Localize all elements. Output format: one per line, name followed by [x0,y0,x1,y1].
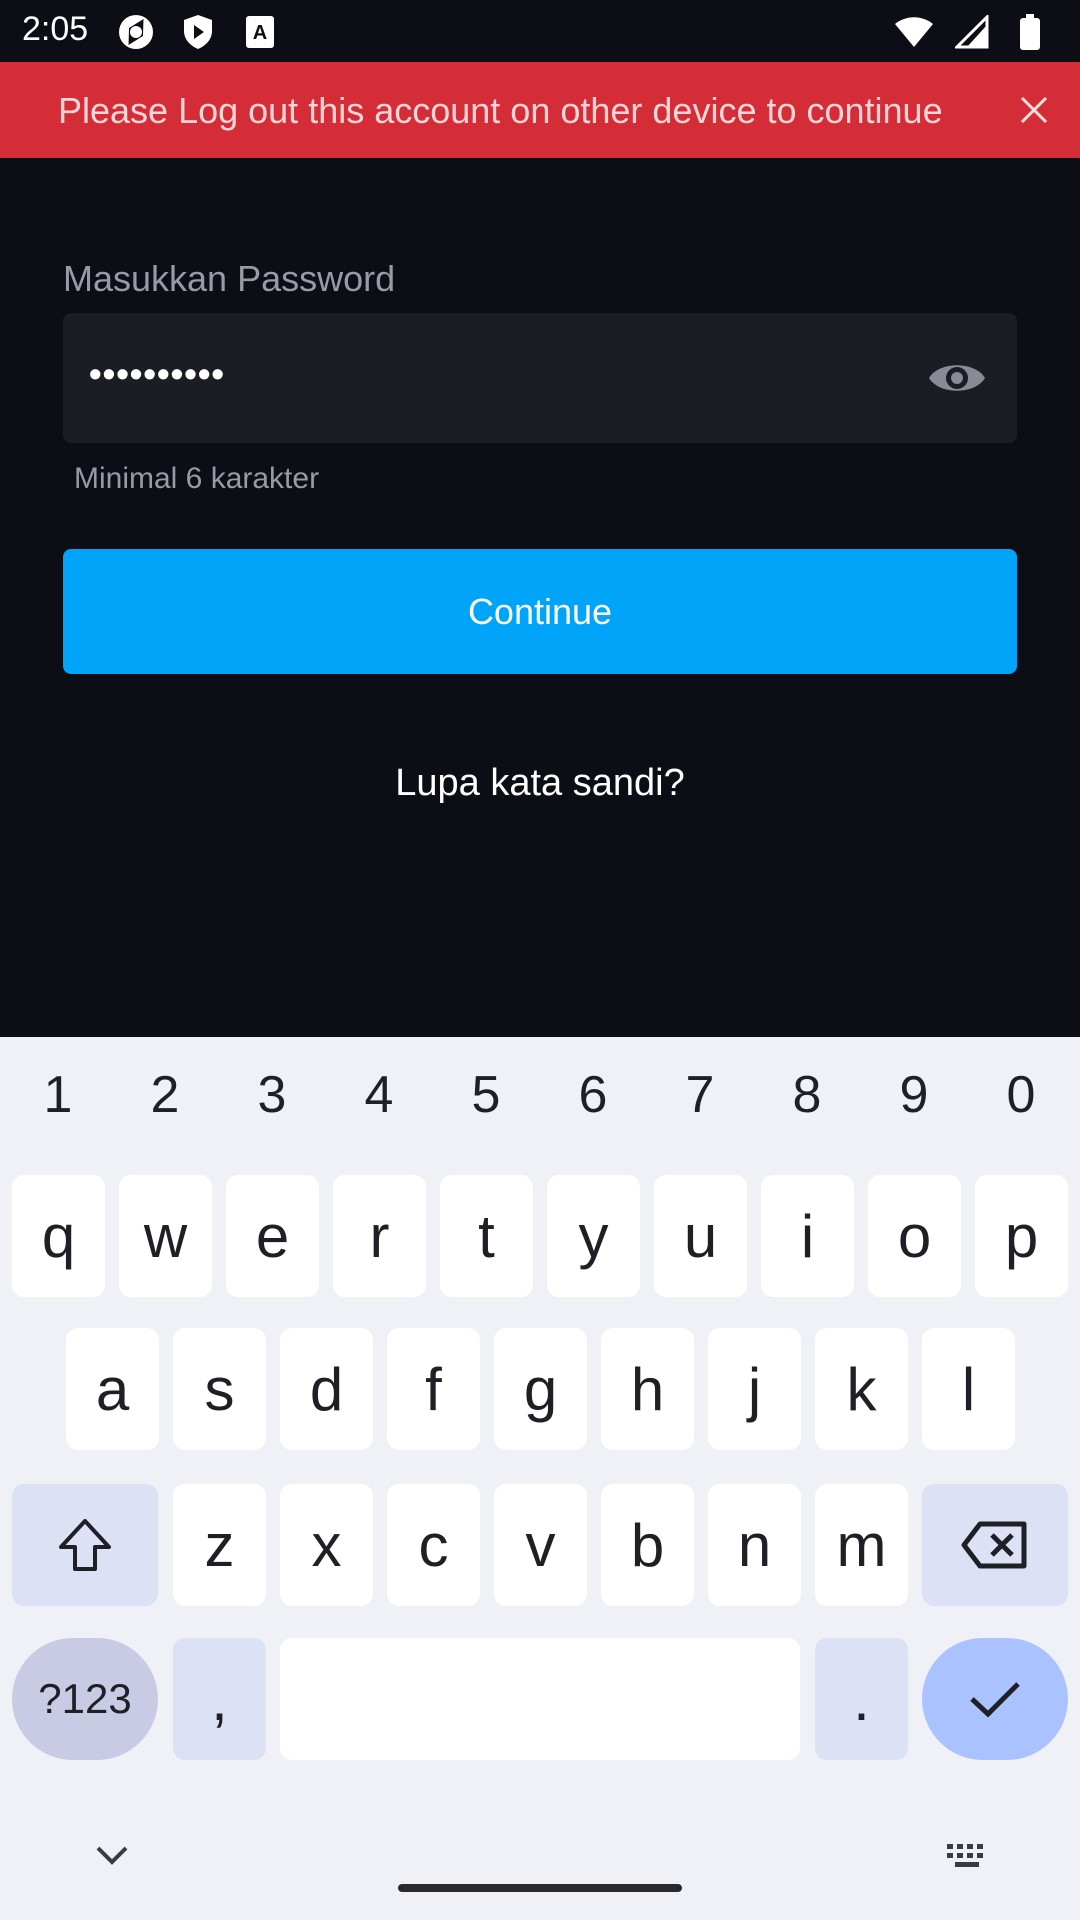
check-icon [970,1682,1020,1718]
key-6[interactable]: 6 [539,1065,647,1125]
password-value: •••••••••• [89,353,226,394]
soft-keyboard: 1 2 3 4 5 6 7 8 9 0 q w e r t y u i o p … [0,1037,1080,1920]
shield-play-icon [178,12,218,52]
key-h[interactable]: h [601,1328,694,1450]
backspace-icon [961,1521,1027,1569]
key-1[interactable]: 1 [4,1065,112,1125]
key-v[interactable]: v [494,1484,587,1606]
keyboard-switch-icon[interactable] [945,1842,989,1870]
wifi-icon [894,12,934,52]
key-j[interactable]: j [708,1328,801,1450]
key-0[interactable]: 0 [967,1065,1075,1125]
password-helper-text: Minimal 6 karakter [74,462,320,495]
shift-key[interactable] [12,1484,158,1606]
hide-keyboard-chevron-icon[interactable] [92,1840,132,1870]
battery-icon [1010,12,1050,52]
password-label: Masukkan Password [63,258,396,299]
key-3[interactable]: 3 [218,1065,326,1125]
key-g[interactable]: g [494,1328,587,1450]
key-r[interactable]: r [333,1175,426,1297]
symbols-key[interactable]: ?123 [12,1638,158,1760]
aperture-icon [116,12,156,52]
key-z[interactable]: z [173,1484,266,1606]
backspace-key[interactable] [922,1484,1068,1606]
password-field[interactable]: •••••••••• [63,313,1017,443]
key-4[interactable]: 4 [325,1065,433,1125]
number-row: 1 2 3 4 5 6 7 8 9 0 [0,1065,1080,1145]
close-icon[interactable] [1014,90,1054,130]
key-p[interactable]: p [975,1175,1068,1297]
key-w[interactable]: w [119,1175,212,1297]
key-m[interactable]: m [815,1484,908,1606]
key-n[interactable]: n [708,1484,801,1606]
key-o[interactable]: o [868,1175,961,1297]
home-indicator[interactable] [398,1884,682,1892]
space-key[interactable] [280,1638,800,1760]
key-7[interactable]: 7 [646,1065,754,1125]
key-d[interactable]: d [280,1328,373,1450]
key-l[interactable]: l [922,1328,1015,1450]
comma-key[interactable]: , [173,1638,266,1760]
key-f[interactable]: f [387,1328,480,1450]
period-key[interactable]: . [815,1638,908,1760]
key-2[interactable]: 2 [111,1065,219,1125]
key-u[interactable]: u [654,1175,747,1297]
key-t[interactable]: t [440,1175,533,1297]
key-e[interactable]: e [226,1175,319,1297]
key-y[interactable]: y [547,1175,640,1297]
key-a[interactable]: a [66,1328,159,1450]
error-banner: Please Log out this account on other dev… [0,62,1080,158]
show-password-icon[interactable] [927,355,987,401]
continue-button[interactable]: Continue [63,549,1017,674]
key-k[interactable]: k [815,1328,908,1450]
key-5[interactable]: 5 [432,1065,540,1125]
key-q[interactable]: q [12,1175,105,1297]
key-s[interactable]: s [173,1328,266,1450]
key-i[interactable]: i [761,1175,854,1297]
translate-icon: A [240,12,280,52]
enter-key[interactable] [922,1638,1068,1760]
shift-icon [59,1519,111,1571]
key-9[interactable]: 9 [860,1065,968,1125]
forgot-password-link[interactable]: Lupa kata sandi? [0,762,1080,805]
key-c[interactable]: c [387,1484,480,1606]
key-x[interactable]: x [280,1484,373,1606]
svg-text:A: A [253,22,267,44]
status-bar: 2:05 A [0,0,1080,62]
banner-message: Please Log out this account on other dev… [58,90,943,131]
key-8[interactable]: 8 [753,1065,861,1125]
key-b[interactable]: b [601,1484,694,1606]
signal-icon [952,12,992,52]
status-time: 2:05 [22,10,89,48]
